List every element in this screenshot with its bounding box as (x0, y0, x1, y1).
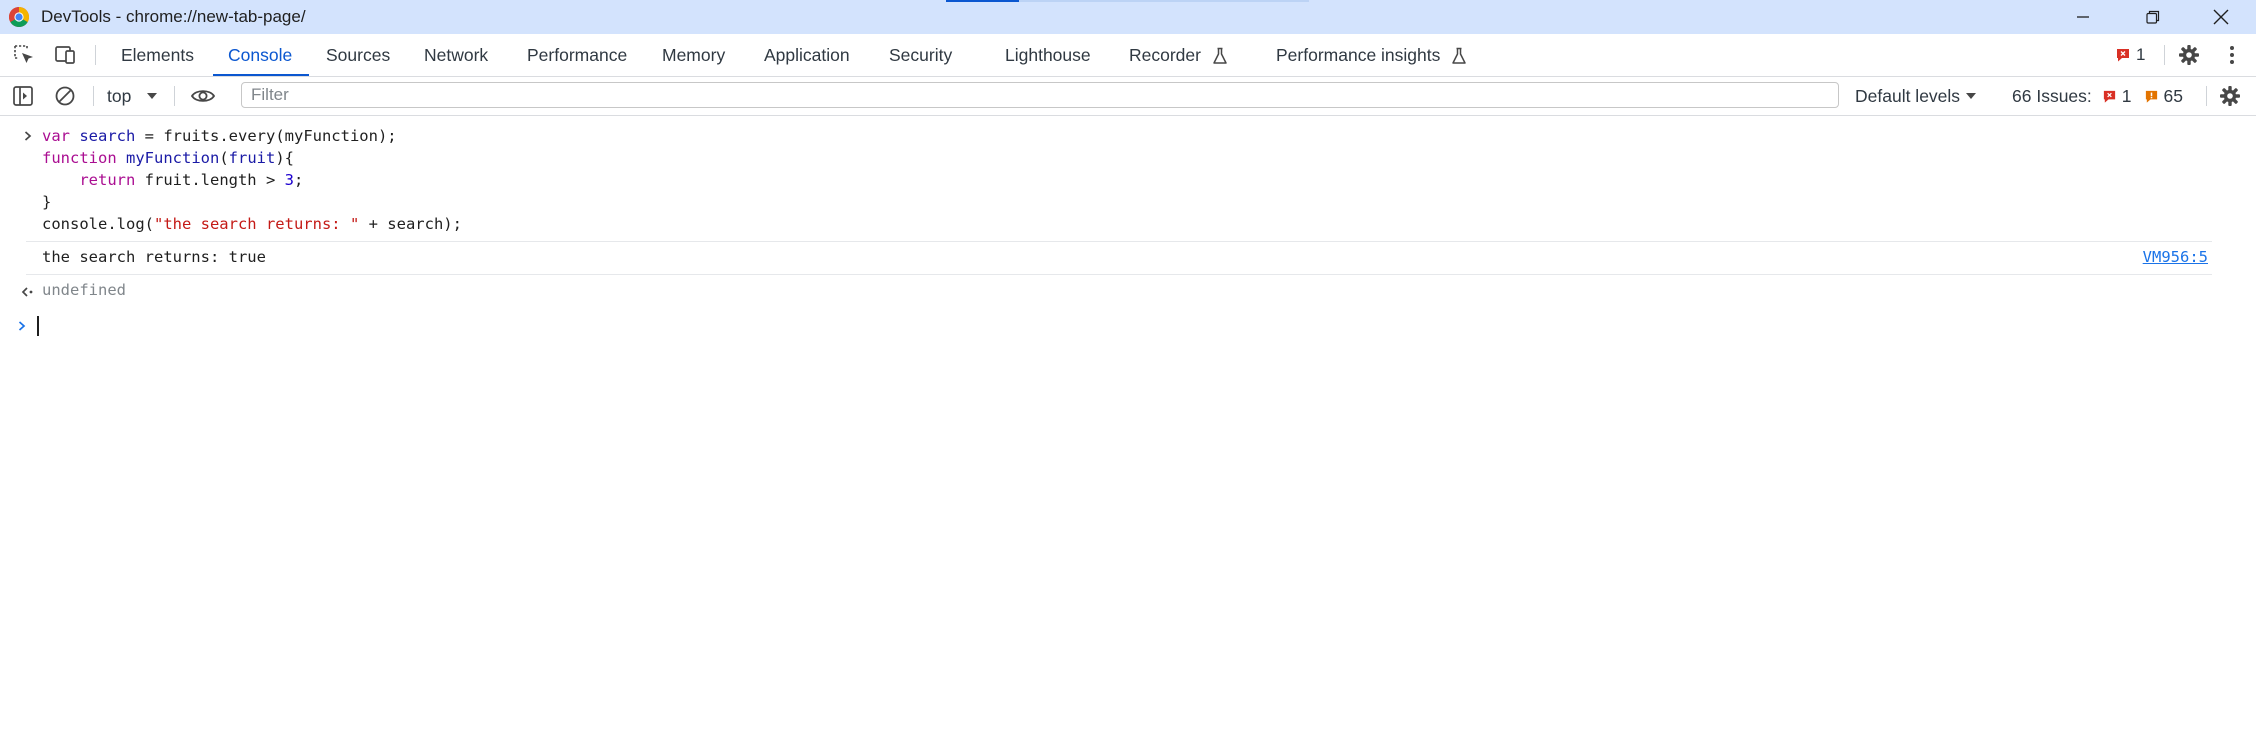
error-flag-icon (2117, 49, 2129, 62)
error-count: 1 (2136, 45, 2146, 64)
input-code-line: } (42, 193, 52, 211)
message-divider (26, 274, 2212, 275)
active-tab-underline (213, 74, 309, 76)
device-mode-icon (55, 46, 75, 64)
tab-strip-active-indicator (946, 0, 1019, 2)
devtools-main-toolbar: Elements Console Sources Network Perform… (0, 34, 2256, 77)
error-flag-icon (2103, 90, 2115, 103)
settings-button[interactable] (2176, 43, 2202, 67)
minimize-button[interactable] (2068, 2, 2098, 32)
tab-lighthouse[interactable]: Lighthouse (1005, 34, 1091, 76)
tab-console[interactable]: Console (228, 34, 292, 76)
inspect-element-icon (14, 45, 33, 63)
text-caret (37, 316, 39, 336)
window-title: DevTools - chrome://new-tab-page/ (41, 7, 306, 26)
gear-icon (2179, 45, 2199, 65)
title-bar: DevTools - chrome://new-tab-page/ (0, 0, 2256, 34)
eye-icon (190, 90, 216, 102)
input-code-line: return fruit.length > 3; (79, 171, 304, 189)
issues-warning-count: 65 (2163, 85, 2183, 106)
console-settings-button[interactable] (2217, 84, 2243, 108)
tab-network[interactable]: Network (424, 34, 488, 76)
tab-memory[interactable]: Memory (662, 34, 725, 76)
experiment-flask-icon (1213, 48, 1227, 65)
input-code-line: console.log("the search returns: " + sea… (42, 215, 462, 233)
restore-button[interactable] (2138, 2, 2168, 32)
live-expression-button[interactable] (188, 84, 218, 108)
triangle-down-icon (1966, 93, 1977, 99)
show-sidebar-button[interactable] (10, 84, 36, 108)
tab-recorder[interactable]: Recorder (1129, 34, 1228, 76)
log-message: the search returns: true (42, 248, 266, 266)
chevron-right-icon (24, 131, 32, 141)
log-levels-label: Default levels (1855, 85, 1961, 106)
console-toolbar: top Default levels 66 Issues: 1 65 (0, 77, 2256, 116)
clear-console-button[interactable] (52, 84, 78, 108)
more-options-button[interactable] (2220, 43, 2244, 67)
source-link[interactable]: VM956:5 (2143, 248, 2208, 266)
toolbar-divider (2164, 45, 2165, 65)
tab-performance[interactable]: Performance (527, 34, 627, 76)
context-selector[interactable]: top (107, 77, 158, 115)
kebab-menu-icon (2230, 46, 2234, 64)
experiment-flask-icon (1452, 48, 1467, 65)
sidebar-toggle-icon (13, 86, 33, 106)
minimize-icon (2077, 16, 2089, 18)
toolbar-divider (174, 86, 175, 106)
tab-performance-insights-label: Performance insights (1276, 45, 1441, 65)
log-levels-dropdown[interactable]: Default levels (1855, 77, 1977, 115)
toolbar-divider (95, 45, 96, 65)
tab-performance-insights[interactable]: Performance insights (1276, 34, 1467, 76)
inspect-element-button[interactable] (10, 43, 38, 67)
result-arrow-icon (21, 287, 33, 297)
tab-recorder-label: Recorder (1129, 45, 1201, 65)
input-code-line: var search = fruits.every(myFunction); (42, 127, 397, 145)
message-divider (26, 241, 2212, 242)
console-prompt-input[interactable] (34, 314, 2214, 338)
toolbar-divider (2206, 86, 2207, 106)
device-toolbar-button[interactable] (51, 43, 79, 67)
triangle-down-icon (147, 93, 158, 99)
tab-console-label: Console (228, 45, 293, 65)
issues-counter[interactable]: 66 Issues: 1 65 (2012, 77, 2183, 115)
chrome-logo-icon (9, 7, 29, 27)
issues-error-count: 1 (2121, 85, 2132, 106)
gear-icon (2220, 86, 2240, 106)
warning-flag-icon (2145, 90, 2157, 103)
tab-strip-indicator (1019, 0, 1309, 2)
filter-input[interactable] (241, 82, 1839, 108)
tab-elements[interactable]: Elements (121, 34, 194, 76)
input-code-line: function myFunction(fruit){ (42, 149, 295, 167)
result-value: undefined (42, 281, 126, 299)
error-count-badge[interactable]: 1 (2115, 34, 2145, 76)
restore-icon (2146, 10, 2160, 24)
tab-application[interactable]: Application (764, 34, 850, 76)
context-selector-label: top (107, 85, 132, 106)
issues-label: 66 Issues: (2012, 85, 2092, 106)
close-icon (2213, 9, 2229, 25)
clear-icon (55, 86, 75, 106)
tab-sources[interactable]: Sources (326, 34, 390, 76)
toolbar-divider (93, 86, 94, 106)
close-window-button[interactable] (2206, 2, 2236, 32)
prompt-chevron-icon (18, 321, 26, 331)
tab-security[interactable]: Security (889, 34, 952, 76)
